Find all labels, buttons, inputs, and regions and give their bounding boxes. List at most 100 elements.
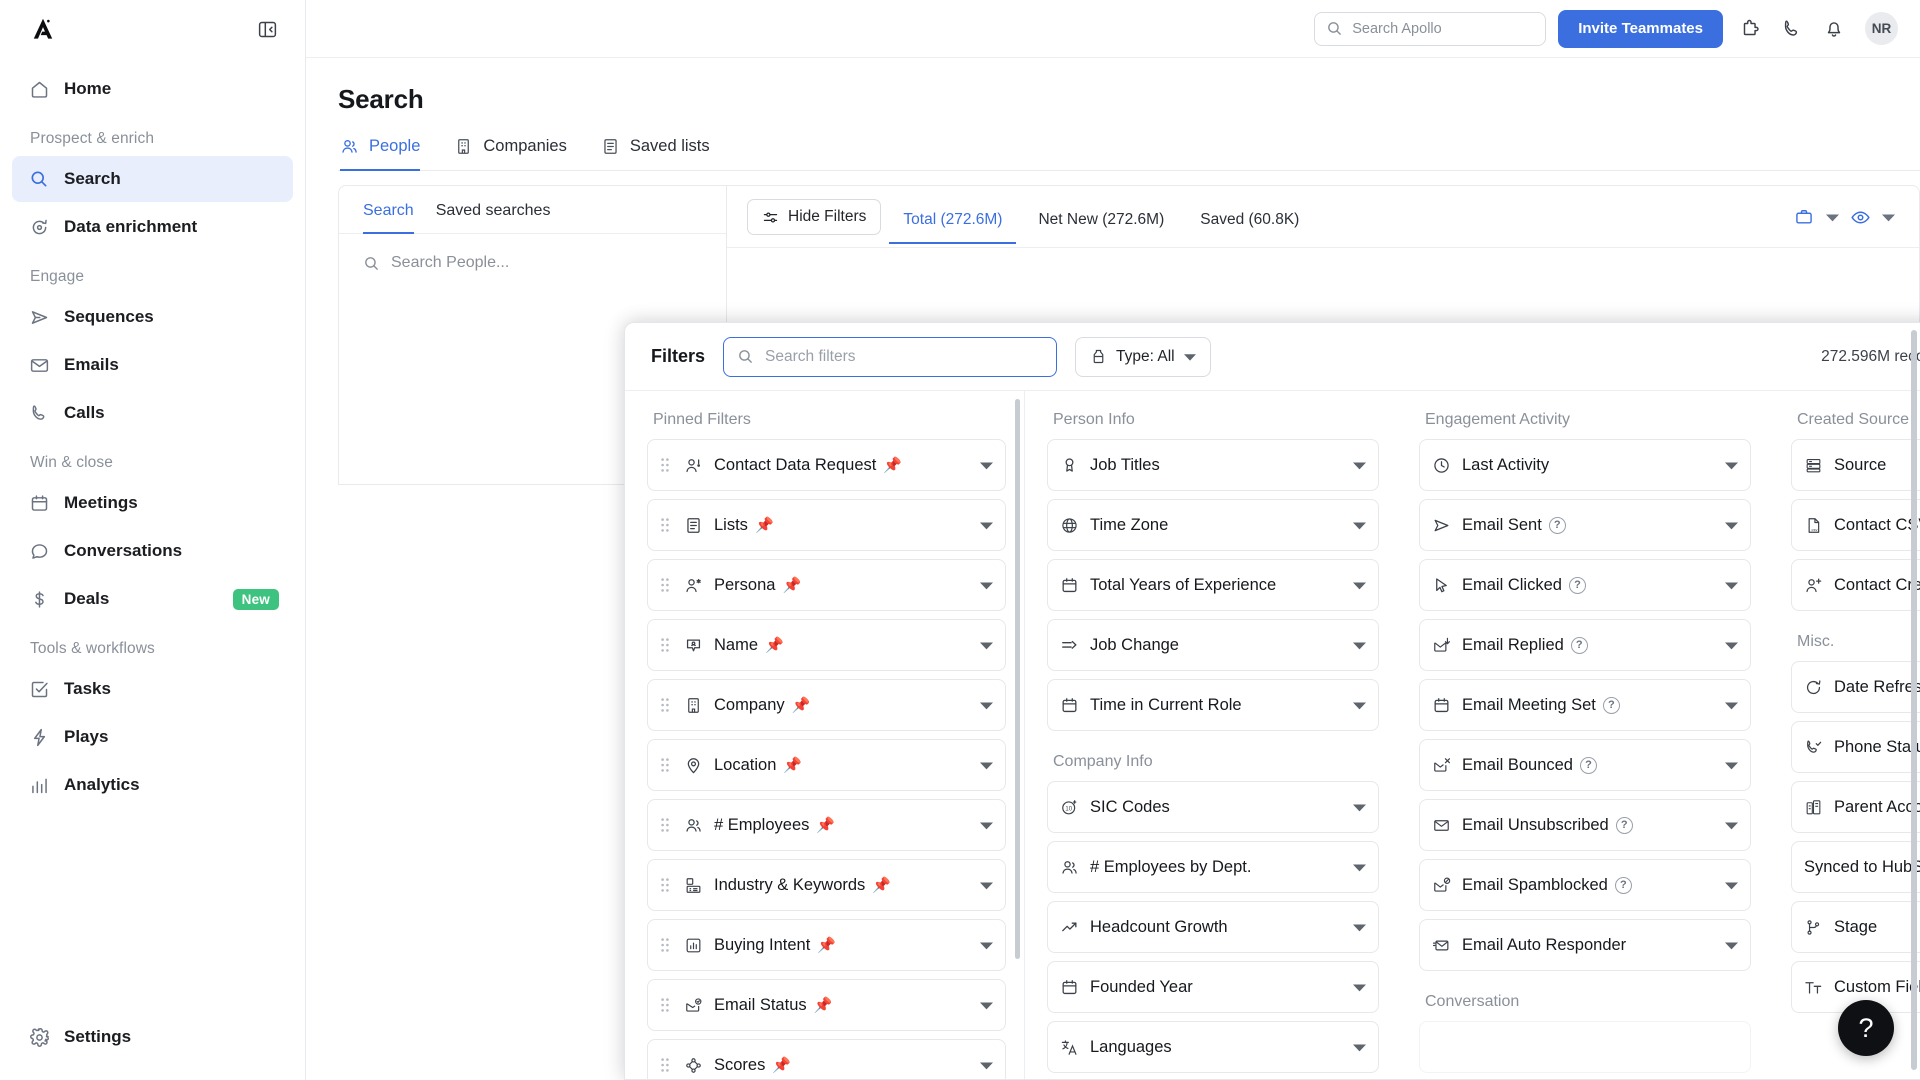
filter-row-email-bounced[interactable]: Email Bounced? xyxy=(1419,739,1751,791)
help-icon[interactable]: ? xyxy=(1568,576,1586,594)
collapse-sidebar-icon[interactable] xyxy=(255,17,279,41)
chevron-down-icon[interactable] xyxy=(1353,923,1366,932)
sidebar-item-settings[interactable]: Settings xyxy=(12,1014,293,1060)
filter-row-last-activity[interactable]: Last Activity xyxy=(1419,439,1751,491)
results-tab-saved[interactable]: Saved (60.8K) xyxy=(1186,203,1313,244)
chevron-down-icon[interactable] xyxy=(980,821,993,830)
chevron-down-icon[interactable] xyxy=(1725,521,1738,530)
filter-row-email-spamblocked[interactable]: Email Spamblocked? xyxy=(1419,859,1751,911)
filter-row-job-change[interactable]: Job Change xyxy=(1047,619,1379,671)
drag-handle-icon[interactable] xyxy=(658,518,672,532)
chevron-down-icon[interactable] xyxy=(980,461,993,470)
hide-filters-button[interactable]: Hide Filters xyxy=(747,199,882,235)
filter-row-contact-created-date[interactable]: Contact Created Date xyxy=(1791,559,1920,611)
drag-handle-icon[interactable] xyxy=(658,938,672,952)
bell-icon[interactable] xyxy=(1819,14,1849,44)
chevron-down-icon[interactable] xyxy=(980,701,993,710)
chevron-down-icon[interactable] xyxy=(980,521,993,530)
chevron-down-icon[interactable] xyxy=(980,941,993,950)
pinned-scrollbar[interactable] xyxy=(1015,399,1020,1071)
briefcase-icon[interactable] xyxy=(1789,202,1819,232)
chevron-down-icon[interactable] xyxy=(980,641,993,650)
filter-row-time-zone[interactable]: Time Zone xyxy=(1047,499,1379,551)
sidebar-item-search[interactable]: Search xyxy=(12,156,293,202)
sidebar-item-analytics[interactable]: Analytics xyxy=(12,762,293,808)
drag-handle-icon[interactable] xyxy=(658,998,672,1012)
tab-saved-lists[interactable]: Saved lists xyxy=(601,137,710,171)
drag-handle-icon[interactable] xyxy=(658,578,672,592)
chevron-down-icon[interactable] xyxy=(1725,821,1738,830)
filter-row-email-unsubscribed[interactable]: Email Unsubscribed? xyxy=(1419,799,1751,851)
drag-handle-icon[interactable] xyxy=(658,758,672,772)
chevron-down-icon[interactable] xyxy=(1823,208,1841,226)
chevron-down-icon[interactable] xyxy=(1353,983,1366,992)
filter-row-persona[interactable]: Persona 📌 xyxy=(647,559,1006,611)
sidebar-item-meetings[interactable]: Meetings xyxy=(12,480,293,526)
eye-icon[interactable] xyxy=(1845,202,1875,232)
filter-row-email-sent[interactable]: Email Sent? xyxy=(1419,499,1751,551)
filter-row-founded-year[interactable]: Founded Year xyxy=(1047,961,1379,1013)
filter-row-num-employees[interactable]: # Employees 📌 xyxy=(647,799,1006,851)
filter-row-total-years-of-experience[interactable]: Total Years of Experience xyxy=(1047,559,1379,611)
sidebar-item-emails[interactable]: Emails xyxy=(12,342,293,388)
chevron-down-icon[interactable] xyxy=(980,581,993,590)
results-tab-total[interactable]: Total (272.6M) xyxy=(889,203,1017,244)
filter-row-headcount-growth[interactable]: Headcount Growth xyxy=(1047,901,1379,953)
chevron-down-icon[interactable] xyxy=(1725,701,1738,710)
panel-tab-saved-searches[interactable]: Saved searches xyxy=(436,202,551,234)
sidebar-item-deals[interactable]: Deals New xyxy=(12,576,293,622)
filter-row-parent-accounts[interactable]: Parent Accounts xyxy=(1791,781,1920,833)
filter-row-name[interactable]: Name 📌 xyxy=(647,619,1006,671)
filter-row-languages[interactable]: Languages xyxy=(1047,1021,1379,1073)
help-icon[interactable]: ? xyxy=(1614,876,1632,894)
tab-people[interactable]: People xyxy=(340,137,421,171)
avatar[interactable]: NR xyxy=(1865,12,1898,45)
filter-row-synced-to-hubspot[interactable]: Synced to HubSpot xyxy=(1791,841,1920,893)
filter-row-conversation-partial[interactable] xyxy=(1419,1021,1751,1073)
chevron-down-icon[interactable] xyxy=(1353,803,1366,812)
filters-search-box[interactable] xyxy=(723,336,1058,377)
filter-row-contact-data-request[interactable]: Contact Data Request 📌 xyxy=(647,439,1006,491)
help-icon[interactable]: ? xyxy=(1579,756,1597,774)
filter-row-source[interactable]: Source xyxy=(1791,439,1920,491)
sidebar-item-tasks[interactable]: Tasks xyxy=(12,666,293,712)
search-filters-input[interactable] xyxy=(765,347,1044,366)
filter-row-time-in-current-role[interactable]: Time in Current Role xyxy=(1047,679,1379,731)
filter-row-industry-keywords[interactable]: Industry & Keywords 📌 xyxy=(647,859,1006,911)
tab-companies[interactable]: Companies xyxy=(454,137,567,171)
puzzle-icon[interactable] xyxy=(1735,14,1765,44)
chevron-down-icon[interactable] xyxy=(1353,461,1366,470)
sidebar-item-conversations[interactable]: Conversations xyxy=(12,528,293,574)
filter-row-phone-status-confidence[interactable]: Phone Status/Confidence xyxy=(1791,721,1920,773)
chevron-down-icon[interactable] xyxy=(980,761,993,770)
drag-handle-icon[interactable] xyxy=(658,458,672,472)
sidebar-item-plays[interactable]: Plays xyxy=(12,714,293,760)
help-icon[interactable]: ? xyxy=(1548,516,1566,534)
drag-handle-icon[interactable] xyxy=(658,818,672,832)
filter-row-scores[interactable]: Scores 📌 xyxy=(647,1039,1006,1079)
filter-row-email-replied[interactable]: Email Replied? xyxy=(1419,619,1751,671)
help-icon[interactable]: ? xyxy=(1602,696,1620,714)
chevron-down-icon[interactable] xyxy=(1725,641,1738,650)
filter-row-email-meeting-set[interactable]: Email Meeting Set? xyxy=(1419,679,1751,731)
filter-row-contact-csv-import[interactable]: csv Contact CSV Import xyxy=(1791,499,1920,551)
chevron-down-icon[interactable] xyxy=(1725,581,1738,590)
filter-type-dropdown[interactable]: Type: All xyxy=(1075,336,1211,377)
chevron-down-icon[interactable] xyxy=(1353,581,1366,590)
filter-row-email-clicked[interactable]: Email Clicked? xyxy=(1419,559,1751,611)
sidebar-item-calls[interactable]: Calls xyxy=(12,390,293,436)
chevron-down-icon[interactable] xyxy=(1353,641,1366,650)
drag-handle-icon[interactable] xyxy=(658,1058,672,1072)
filter-row-email-auto-responder[interactable]: Email Auto Responder xyxy=(1419,919,1751,971)
filter-row-location[interactable]: Location 📌 xyxy=(647,739,1006,791)
help-icon[interactable]: ? xyxy=(1615,816,1633,834)
filter-row-email-status[interactable]: Email Status 📌 xyxy=(647,979,1006,1031)
chevron-down-icon[interactable] xyxy=(1725,941,1738,950)
chevron-down-icon[interactable] xyxy=(1879,208,1897,226)
chevron-down-icon[interactable] xyxy=(1725,461,1738,470)
drag-handle-icon[interactable] xyxy=(658,638,672,652)
phone-icon[interactable] xyxy=(1777,14,1807,44)
chevron-down-icon[interactable] xyxy=(1353,701,1366,710)
chevron-down-icon[interactable] xyxy=(1353,1043,1366,1052)
panel-tab-search[interactable]: Search xyxy=(363,202,414,234)
